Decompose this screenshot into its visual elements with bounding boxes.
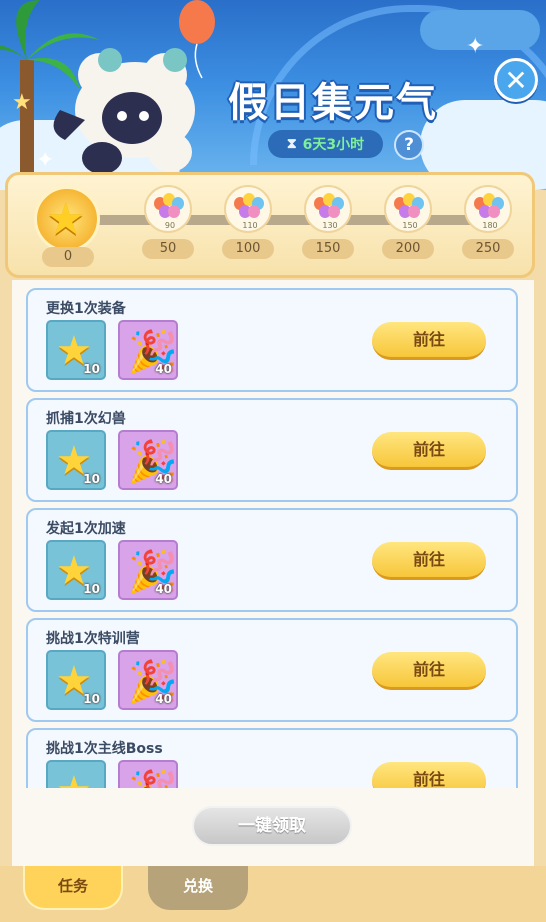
milestone-200[interactable]: 150 200 bbox=[378, 185, 438, 259]
star-reward[interactable]: ★10 bbox=[46, 650, 106, 710]
party-popper-reward[interactable]: 🎉40 bbox=[118, 430, 178, 490]
go-button[interactable]: 前往 bbox=[372, 432, 486, 470]
milestone-threshold: 150 bbox=[302, 239, 354, 259]
task-item: 挑战1次主线Boss ★10 🎉40 前往 bbox=[26, 728, 518, 788]
hourglass-icon: ⧗ bbox=[286, 136, 297, 152]
balloon-icon bbox=[179, 0, 215, 79]
star-reward[interactable]: ★10 bbox=[46, 430, 106, 490]
milestone-reward-count: 130 bbox=[322, 221, 338, 230]
milestone-threshold: 100 bbox=[222, 239, 274, 259]
go-button[interactable]: 前往 bbox=[372, 542, 486, 580]
party-popper-reward[interactable]: 🎉40 bbox=[118, 320, 178, 380]
balloon-bundle-icon bbox=[474, 193, 504, 223]
close-button[interactable]: ✕ bbox=[494, 58, 538, 102]
milestone-reward-bubble: 130 bbox=[304, 185, 352, 233]
milestone-threshold: 200 bbox=[382, 239, 434, 259]
balloon-bundle-icon bbox=[154, 193, 184, 223]
go-button[interactable]: 前往 bbox=[372, 762, 486, 788]
milestone-reward-bubble: 150 bbox=[384, 185, 432, 233]
task-list[interactable]: 更换1次装备 ★ 10 🎉 40 前往 抓捕1次幻兽 ★ 10 🎉 40 前往 发起1次… bbox=[12, 280, 534, 788]
task-item: 发起1次加速 ★ 10 🎉 40 前往 bbox=[26, 508, 518, 612]
countdown-text: 6天3小时 bbox=[302, 137, 365, 153]
page-title: 假日集元气 bbox=[228, 80, 438, 126]
star-reward[interactable]: ★10 bbox=[46, 540, 106, 600]
star-reward[interactable]: ★10 bbox=[46, 760, 106, 788]
bottom-action-bar: 一键领取 bbox=[12, 788, 534, 866]
star-icon: ★ bbox=[56, 768, 92, 788]
reward-count: 10 bbox=[83, 362, 100, 376]
tab-exchange[interactable]: 兑换 bbox=[148, 866, 248, 910]
help-button[interactable]: ? bbox=[394, 130, 424, 160]
milestone-150[interactable]: 130 150 bbox=[298, 185, 358, 259]
tab-tasks[interactable]: 任务 bbox=[23, 866, 123, 910]
milestone-50[interactable]: 90 50 bbox=[138, 185, 198, 259]
milestone-threshold: 50 bbox=[142, 239, 194, 259]
balloon-bundle-icon bbox=[394, 193, 424, 223]
milestone-250[interactable]: 180 250 bbox=[458, 185, 518, 259]
reward-count: 10 bbox=[83, 472, 100, 486]
milestone-reward-count: 90 bbox=[164, 221, 176, 230]
party-popper-reward[interactable]: 🎉40 bbox=[118, 760, 178, 788]
sparkle-icon: ✦ bbox=[36, 148, 55, 173]
task-title: 挑战1次特训营 bbox=[46, 631, 140, 647]
sparkle-icon: ★ bbox=[12, 90, 32, 115]
star-reward[interactable]: ★10 bbox=[46, 320, 106, 380]
reward-count: 40 bbox=[155, 582, 172, 596]
party-popper-reward[interactable]: 🎉40 bbox=[118, 650, 178, 710]
reward-count: 10 bbox=[83, 582, 100, 596]
task-title: 更换1次装备 bbox=[46, 301, 126, 317]
milestone-reward-bubble: 180 bbox=[464, 185, 512, 233]
current-points-star-icon: ★ bbox=[34, 186, 100, 252]
balloon-bundle-icon bbox=[314, 193, 344, 223]
go-button[interactable]: 前往 bbox=[372, 322, 486, 360]
milestone-reward-count: 180 bbox=[482, 221, 498, 230]
claim-all-button[interactable]: 一键领取 bbox=[192, 806, 352, 846]
task-item: 挑战1次特训营 ★ 10 🎉 40 前往 bbox=[26, 618, 518, 722]
milestone-reward-bubble: 110 bbox=[224, 185, 272, 233]
party-popper-icon: 🎉 bbox=[128, 768, 178, 788]
current-points-value: 0 bbox=[42, 247, 94, 267]
reward-count: 40 bbox=[155, 362, 172, 376]
event-header: ✦ ★ ✦ 假日集元气 ⧗ 6天3小时 ? bbox=[0, 0, 546, 190]
countdown-badge: ⧗ 6天3小时 bbox=[268, 130, 383, 158]
task-title: 发起1次加速 bbox=[46, 521, 126, 537]
milestone-reward-count: 110 bbox=[242, 221, 258, 230]
reward-count: 40 bbox=[155, 692, 172, 706]
task-item: 更换1次装备 ★ 10 🎉 40 前往 bbox=[26, 288, 518, 392]
sparkle-icon: ✦ bbox=[466, 34, 485, 59]
reward-count: 10 bbox=[83, 692, 100, 706]
tab-bar: 任务 兑换 bbox=[0, 866, 546, 922]
milestone-reward-bubble: 90 bbox=[144, 185, 192, 233]
reward-count: 40 bbox=[155, 472, 172, 486]
go-button[interactable]: 前往 bbox=[372, 652, 486, 690]
milestone-100[interactable]: 110 100 bbox=[218, 185, 278, 259]
task-title: 抓捕1次幻兽 bbox=[46, 411, 126, 427]
balloon-bundle-icon bbox=[234, 193, 264, 223]
task-title: 挑战1次主线Boss bbox=[46, 741, 163, 757]
milestone-threshold: 250 bbox=[462, 239, 514, 259]
task-item: 抓捕1次幻兽 ★ 10 🎉 40 前往 bbox=[26, 398, 518, 502]
party-popper-reward[interactable]: 🎉40 bbox=[118, 540, 178, 600]
milestone-reward-count: 150 bbox=[402, 221, 418, 230]
